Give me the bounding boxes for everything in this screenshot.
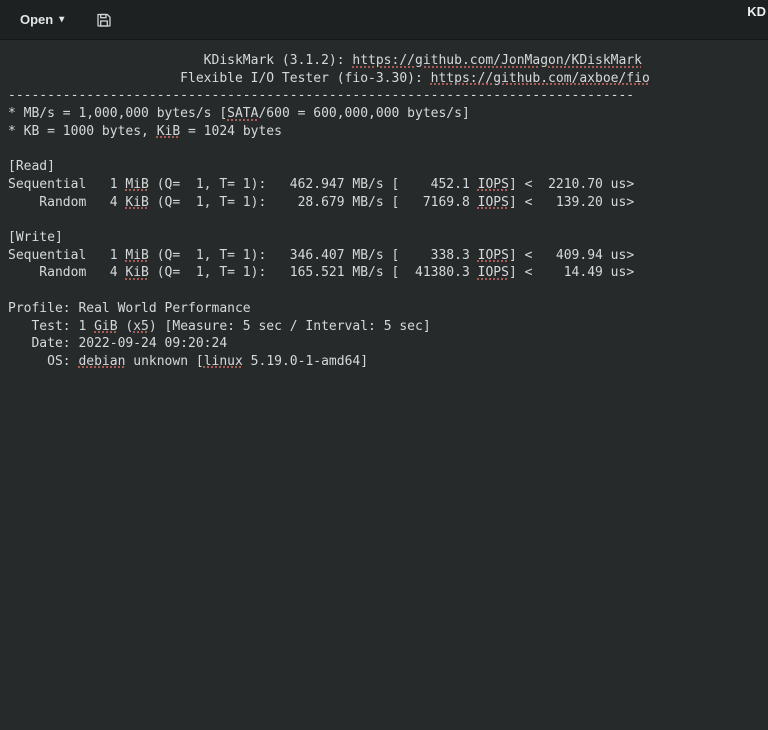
text-segment: Sequential 1	[8, 177, 125, 192]
text-segment: * MB/s = 1,000,000 bytes/s [	[8, 106, 227, 121]
text-segment: ] < 409.94 us>	[509, 248, 634, 263]
report-line: KDiskMark (3.1.2): https://github.com/Jo…	[8, 52, 760, 70]
spellcheck-underlined-text: KiB	[157, 124, 180, 139]
spellcheck-underlined-text: debian	[78, 354, 125, 369]
report-line: Flexible I/O Tester (fio-3.30): https://…	[8, 70, 760, 88]
text-segment: ] < 14.49 us>	[509, 265, 634, 280]
text-segment: (Q= 1, T= 1): 462.947 MB/s [ 452.1	[149, 177, 478, 192]
text-segment: KDiskMark (3.1.2):	[8, 53, 352, 68]
spellcheck-underlined-text: GiB	[94, 319, 117, 334]
text-segment: ) [Measure: 5 sec / Interval: 5 sec]	[149, 319, 431, 334]
text-segment: 5.19.0-1-amd64]	[243, 354, 368, 369]
spellcheck-underlined-text: SATA	[227, 106, 258, 121]
text-segment: Date: 2022-09-24 09:20:24	[8, 336, 227, 351]
text-segment: (Q= 1, T= 1): 346.407 MB/s [ 338.3	[149, 248, 478, 263]
text-segment: Flexible I/O Tester (fio-3.30):	[8, 71, 431, 86]
text-segment: Random 4	[8, 195, 125, 210]
spellcheck-underlined-text: IOPS	[478, 177, 509, 192]
report-line	[8, 141, 760, 159]
report-line: Sequential 1 MiB (Q= 1, T= 1): 346.407 M…	[8, 247, 760, 265]
report-line: [Read]	[8, 158, 760, 176]
text-segment: Test: 1	[8, 319, 94, 334]
text-segment: Sequential 1	[8, 248, 125, 263]
report-line: * KB = 1000 bytes, KiB = 1024 bytes	[8, 123, 760, 141]
spellcheck-underlined-text: KiB	[125, 195, 148, 210]
text-segment: OS:	[8, 354, 78, 369]
chevron-down-icon: ▾	[59, 15, 64, 25]
spellcheck-underlined-text: x5	[133, 319, 149, 334]
open-button[interactable]: Open ▾	[14, 8, 70, 31]
spellcheck-underlined-text: KiB	[125, 265, 148, 280]
window-title-fragment: KD	[747, 4, 766, 19]
text-segment: (Q= 1, T= 1): 165.521 MB/s [ 41380.3	[149, 265, 478, 280]
spellcheck-underlined-text: MiB	[125, 177, 148, 192]
text-segment: [Read]	[8, 159, 55, 174]
open-button-label: Open	[20, 12, 53, 27]
report-line: OS: debian unknown [linux 5.19.0-1-amd64…	[8, 353, 760, 371]
report-line: Sequential 1 MiB (Q= 1, T= 1): 462.947 M…	[8, 176, 760, 194]
spellcheck-underlined-text: https://github.com/axboe/fio	[431, 71, 650, 86]
report-line: Date: 2022-09-24 09:20:24	[8, 335, 760, 353]
save-icon	[96, 12, 112, 28]
save-button[interactable]	[94, 10, 114, 30]
report-line: Profile: Real World Performance	[8, 300, 760, 318]
text-segment: unknown [	[125, 354, 203, 369]
report-line	[8, 282, 760, 300]
spellcheck-underlined-text: linux	[204, 354, 243, 369]
report-line: ----------------------------------------…	[8, 87, 760, 105]
spellcheck-underlined-text: IOPS	[478, 195, 509, 210]
toolbar: Open ▾	[0, 0, 768, 40]
text-segment: Profile: Real World Performance	[8, 301, 251, 316]
report-line: [Write]	[8, 229, 760, 247]
text-segment: (	[118, 319, 134, 334]
spellcheck-underlined-text: MiB	[125, 248, 148, 263]
spellcheck-underlined-text: IOPS	[478, 248, 509, 263]
report-text: KDiskMark (3.1.2): https://github.com/Jo…	[0, 40, 768, 383]
spellcheck-underlined-text: https://github.com/JonMagon/KDiskMark	[352, 53, 642, 68]
text-segment: /600 = 600,000,000 bytes/s]	[258, 106, 469, 121]
spellcheck-underlined-text: IOPS	[478, 265, 509, 280]
text-segment: ] < 2210.70 us>	[509, 177, 634, 192]
report-line: Random 4 KiB (Q= 1, T= 1): 28.679 MB/s […	[8, 194, 760, 212]
report-line: * MB/s = 1,000,000 bytes/s [SATA/600 = 6…	[8, 105, 760, 123]
text-segment: [Write]	[8, 230, 63, 245]
report-line	[8, 211, 760, 229]
text-segment: ] < 139.20 us>	[509, 195, 634, 210]
text-segment: * KB = 1000 bytes,	[8, 124, 157, 139]
report-line: Test: 1 GiB (x5) [Measure: 5 sec / Inter…	[8, 318, 760, 336]
text-segment: (Q= 1, T= 1): 28.679 MB/s [ 7169.8	[149, 195, 478, 210]
report-line: Random 4 KiB (Q= 1, T= 1): 165.521 MB/s …	[8, 264, 760, 282]
text-segment: Random 4	[8, 265, 125, 280]
text-segment: ----------------------------------------…	[8, 88, 634, 103]
text-segment: = 1024 bytes	[180, 124, 282, 139]
